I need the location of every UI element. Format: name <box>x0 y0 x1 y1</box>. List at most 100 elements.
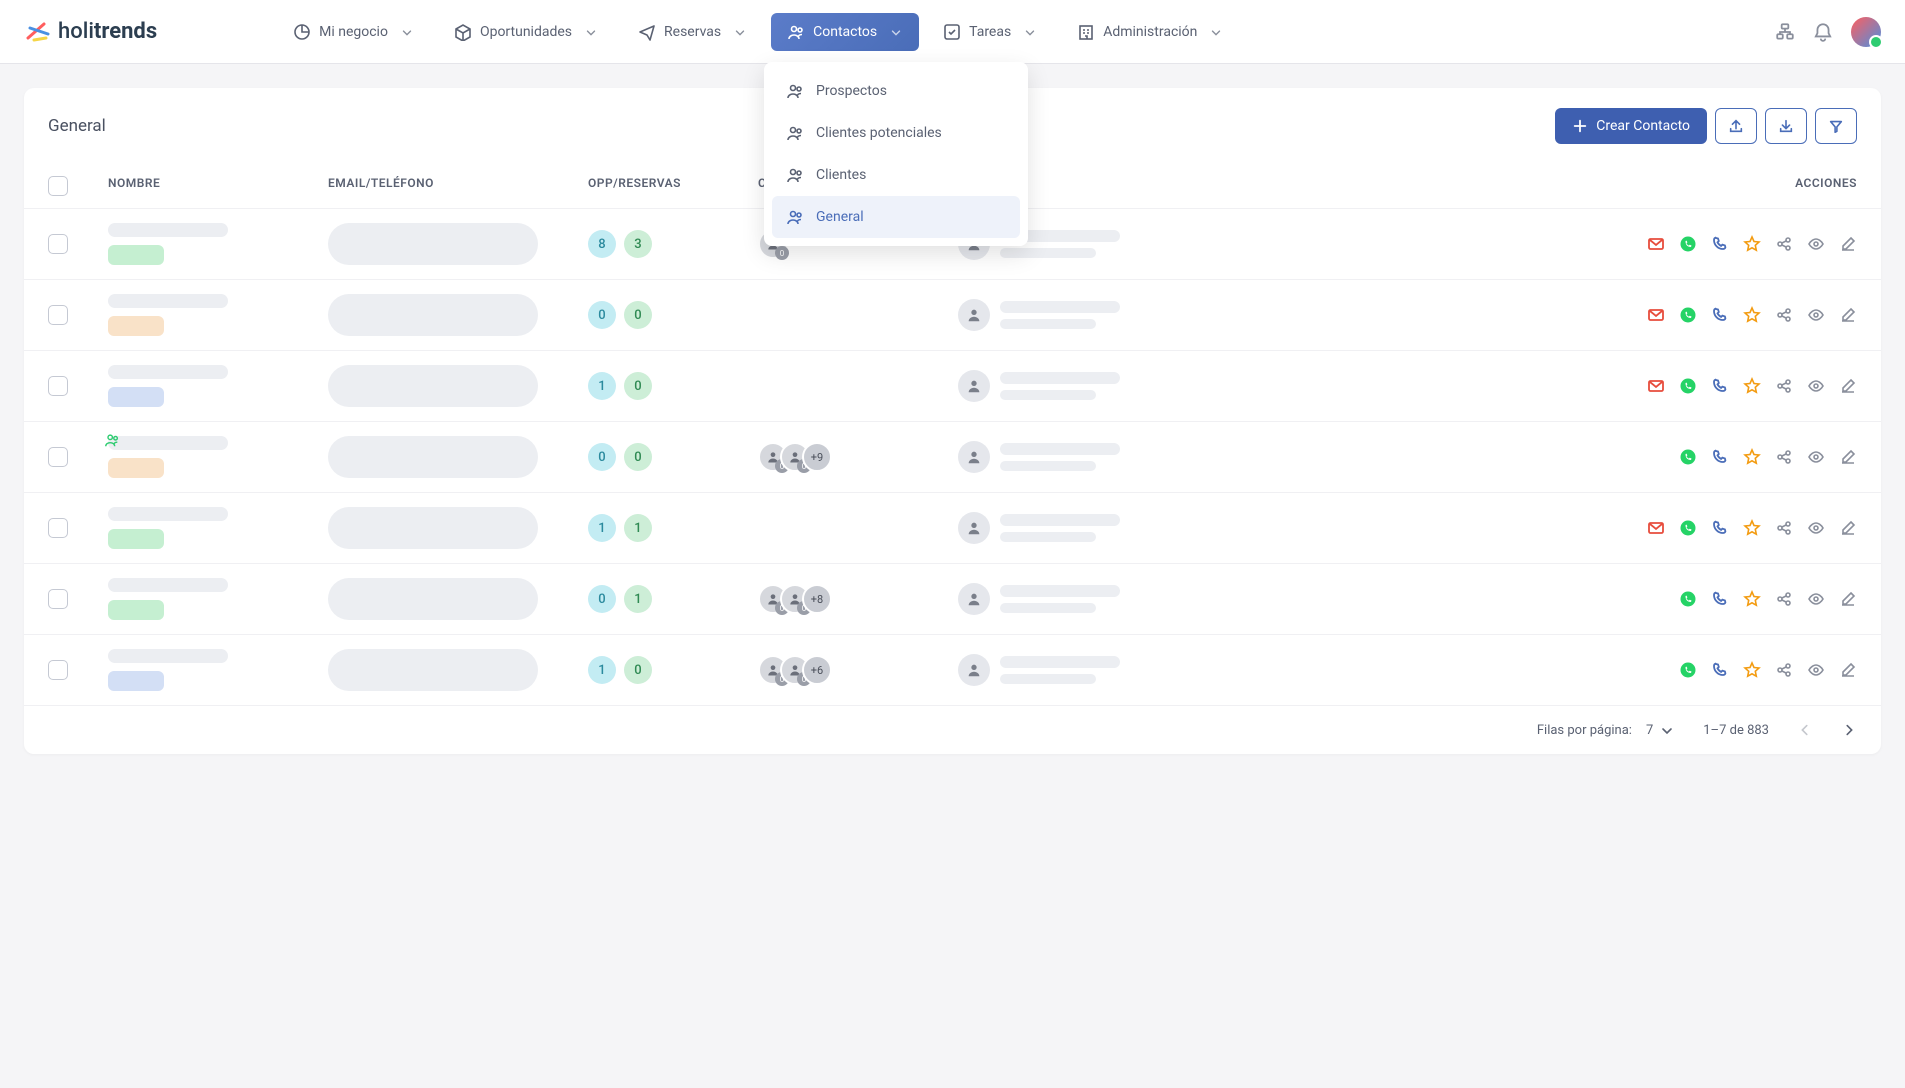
row-checkbox[interactable] <box>48 305 68 325</box>
opp-count[interactable]: 8 <box>588 230 616 258</box>
pagination-range: 1–7 de 883 <box>1703 723 1769 738</box>
star-icon[interactable] <box>1743 448 1761 466</box>
whatsapp-icon[interactable] <box>1679 519 1697 537</box>
row-checkbox[interactable] <box>48 376 68 396</box>
phone-icon[interactable] <box>1711 661 1729 679</box>
whatsapp-icon[interactable] <box>1679 448 1697 466</box>
import-button[interactable] <box>1765 108 1807 144</box>
dropdown-prospectos[interactable]: Prospectos <box>772 70 1020 112</box>
share-icon[interactable] <box>1775 519 1793 537</box>
dropdown-general[interactable]: General <box>772 196 1020 238</box>
edit-icon[interactable] <box>1839 590 1857 608</box>
shared-avatars[interactable]: 00+9 <box>758 442 832 472</box>
export-button[interactable] <box>1715 108 1757 144</box>
opp-count[interactable]: 1 <box>588 514 616 542</box>
row-checkbox[interactable] <box>48 660 68 680</box>
shared-avatars[interactable]: 00+8 <box>758 584 832 614</box>
view-icon[interactable] <box>1807 377 1825 395</box>
phone-icon[interactable] <box>1711 235 1729 253</box>
star-icon[interactable] <box>1743 519 1761 537</box>
nav-oportunidades[interactable]: Oportunidades <box>438 13 614 51</box>
view-icon[interactable] <box>1807 235 1825 253</box>
email-icon[interactable] <box>1647 235 1665 253</box>
nav-contactos[interactable]: Contactos <box>771 13 919 51</box>
prev-page-button[interactable] <box>1797 722 1813 738</box>
star-icon[interactable] <box>1743 661 1761 679</box>
email-icon[interactable] <box>1647 519 1665 537</box>
next-page-button[interactable] <box>1841 722 1857 738</box>
view-icon[interactable] <box>1807 306 1825 324</box>
res-count[interactable]: 0 <box>624 656 652 684</box>
star-icon[interactable] <box>1743 377 1761 395</box>
share-icon[interactable] <box>1775 590 1793 608</box>
brand-logo[interactable]: holitrends <box>24 18 157 46</box>
owner-avatar <box>958 654 990 686</box>
phone-icon[interactable] <box>1711 590 1729 608</box>
owner-sub-placeholder <box>1000 461 1096 471</box>
edit-icon[interactable] <box>1839 377 1857 395</box>
edit-icon[interactable] <box>1839 448 1857 466</box>
share-icon[interactable] <box>1775 235 1793 253</box>
share-icon[interactable] <box>1775 306 1793 324</box>
owner-sub-placeholder <box>1000 532 1096 542</box>
users-icon <box>787 23 805 41</box>
view-icon[interactable] <box>1807 590 1825 608</box>
nav-administracion[interactable]: Administración <box>1061 13 1239 51</box>
share-icon[interactable] <box>1775 377 1793 395</box>
nav-reservas[interactable]: Reservas <box>622 13 763 51</box>
rows-per-page-select[interactable]: 7 <box>1646 722 1675 738</box>
star-icon[interactable] <box>1743 235 1761 253</box>
filter-button[interactable] <box>1815 108 1857 144</box>
opp-count[interactable]: 0 <box>588 585 616 613</box>
edit-icon[interactable] <box>1839 519 1857 537</box>
page-actions: Crear Contacto <box>1555 108 1857 144</box>
star-icon[interactable] <box>1743 590 1761 608</box>
nav-mi-negocio[interactable]: Mi negocio <box>277 13 430 51</box>
row-checkbox[interactable] <box>48 518 68 538</box>
row-checkbox[interactable] <box>48 589 68 609</box>
res-count[interactable]: 0 <box>624 301 652 329</box>
edit-icon[interactable] <box>1839 235 1857 253</box>
view-icon[interactable] <box>1807 519 1825 537</box>
res-count[interactable]: 0 <box>624 443 652 471</box>
whatsapp-icon[interactable] <box>1679 306 1697 324</box>
row-checkbox[interactable] <box>48 447 68 467</box>
res-count[interactable]: 1 <box>624 585 652 613</box>
opp-count[interactable]: 0 <box>588 301 616 329</box>
res-count[interactable]: 0 <box>624 372 652 400</box>
user-avatar[interactable] <box>1851 17 1881 47</box>
create-contact-button[interactable]: Crear Contacto <box>1555 108 1707 144</box>
whatsapp-icon[interactable] <box>1679 661 1697 679</box>
bell-icon[interactable] <box>1813 22 1833 42</box>
share-icon[interactable] <box>1775 661 1793 679</box>
name-placeholder <box>108 365 228 379</box>
owner-sub-placeholder <box>1000 603 1096 613</box>
dropdown-clientes-potenciales[interactable]: Clientes potenciales <box>772 112 1020 154</box>
edit-icon[interactable] <box>1839 306 1857 324</box>
opp-count[interactable]: 1 <box>588 656 616 684</box>
phone-icon[interactable] <box>1711 377 1729 395</box>
whatsapp-icon[interactable] <box>1679 377 1697 395</box>
row-checkbox[interactable] <box>48 234 68 254</box>
email-icon[interactable] <box>1647 377 1665 395</box>
star-icon[interactable] <box>1743 306 1761 324</box>
phone-icon[interactable] <box>1711 519 1729 537</box>
email-icon[interactable] <box>1647 306 1665 324</box>
org-icon[interactable] <box>1775 22 1795 42</box>
phone-icon[interactable] <box>1711 306 1729 324</box>
res-count[interactable]: 3 <box>624 230 652 258</box>
res-count[interactable]: 1 <box>624 514 652 542</box>
shared-avatars[interactable]: 00+6 <box>758 655 832 685</box>
edit-icon[interactable] <box>1839 661 1857 679</box>
view-icon[interactable] <box>1807 448 1825 466</box>
nav-tareas[interactable]: Tareas <box>927 13 1053 51</box>
dropdown-clientes[interactable]: Clientes <box>772 154 1020 196</box>
opp-count[interactable]: 0 <box>588 443 616 471</box>
share-icon[interactable] <box>1775 448 1793 466</box>
opp-count[interactable]: 1 <box>588 372 616 400</box>
select-all-checkbox[interactable] <box>48 176 68 196</box>
view-icon[interactable] <box>1807 661 1825 679</box>
whatsapp-icon[interactable] <box>1679 590 1697 608</box>
whatsapp-icon[interactable] <box>1679 235 1697 253</box>
phone-icon[interactable] <box>1711 448 1729 466</box>
